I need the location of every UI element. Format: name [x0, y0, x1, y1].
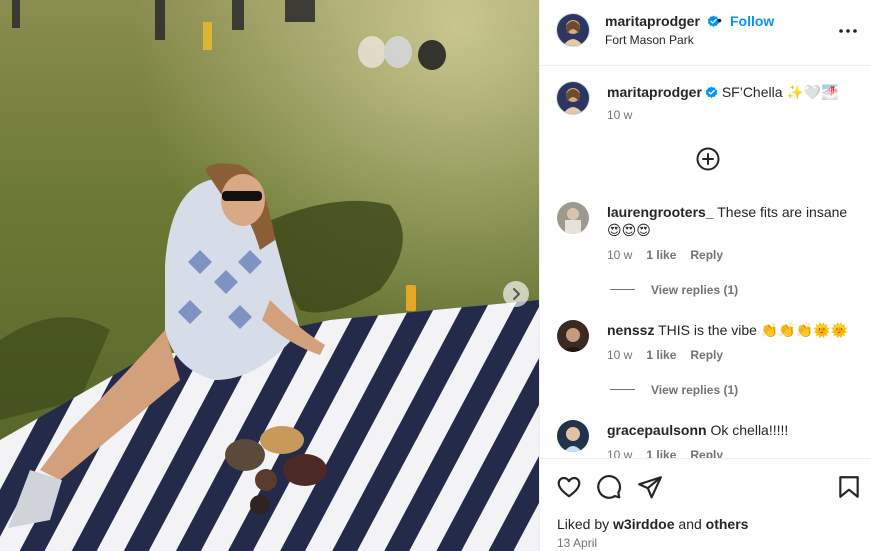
comment-username[interactable]: laurengrooters_ — [607, 204, 714, 220]
caption-time[interactable]: 10 w — [607, 108, 632, 122]
avatar-image — [557, 420, 589, 452]
comment-username[interactable]: nenssz — [607, 322, 654, 338]
comment-avatar[interactable] — [557, 202, 589, 234]
avatar-image — [557, 14, 589, 46]
verified-badge-icon — [705, 86, 718, 98]
heart-icon[interactable] — [556, 474, 582, 500]
post-header: maritaprodger • Follow Fort Mason Park — [540, 0, 871, 66]
picnic-photo-illustration — [0, 0, 539, 551]
post-side-panel: maritaprodger • Follow Fort Mason Park m… — [539, 0, 871, 551]
comment-text: THIS is the vibe 👏👏👏🌞🌞 — [658, 322, 848, 338]
next-photo-button[interactable] — [503, 281, 529, 307]
liked-prefix: Liked by — [557, 516, 614, 532]
caption-username[interactable]: maritaprodger — [607, 84, 702, 100]
more-options-icon[interactable] — [837, 22, 859, 40]
comment-bubble-icon[interactable] — [596, 474, 622, 500]
comment-text: Ok chella!!!!! — [710, 422, 789, 438]
comment-avatar[interactable] — [557, 320, 589, 352]
avatar-image — [557, 320, 589, 352]
caption: maritaprodger SF’Chella ✨🤍🌁 — [607, 83, 862, 101]
reply-button[interactable]: Reply — [690, 348, 723, 362]
liked-others-link[interactable]: others — [706, 516, 749, 532]
caption-avatar[interactable] — [557, 82, 589, 114]
comment-avatar[interactable] — [557, 420, 589, 452]
liked-and: and — [674, 516, 706, 532]
reply-button[interactable]: Reply — [690, 248, 723, 262]
avatar[interactable] — [557, 14, 589, 46]
post-date[interactable]: 13 April — [557, 536, 597, 550]
comment-time[interactable]: 10 w — [607, 248, 632, 262]
replies-divider — [610, 289, 635, 290]
action-bar: Liked by w3irddoe and others 13 April — [540, 458, 871, 551]
liked-user-link[interactable]: w3irddoe — [613, 516, 674, 532]
comment-likes[interactable]: 1 like — [646, 348, 676, 362]
comment-likes[interactable]: 1 like — [646, 248, 676, 262]
comment-meta: 10 w 1 like Reply — [607, 348, 723, 362]
comment: gracepaulsonn Ok chella!!!!! — [607, 421, 862, 439]
separator-dot: • — [717, 12, 722, 28]
post-location[interactable]: Fort Mason Park — [605, 33, 694, 47]
caption-text: SF’Chella ✨🤍🌁 — [721, 84, 839, 100]
view-replies-button[interactable]: View replies (1) — [651, 383, 738, 397]
bookmark-icon[interactable] — [836, 474, 862, 500]
add-circle-icon[interactable] — [696, 147, 720, 171]
comment-meta: 10 w 1 like Reply — [607, 248, 723, 262]
comment: nenssz THIS is the vibe 👏👏👏🌞🌞 — [607, 321, 862, 339]
replies-divider — [610, 389, 635, 390]
username[interactable]: maritaprodger — [605, 13, 700, 29]
liked-by-summary: Liked by w3irddoe and others — [557, 516, 748, 532]
follow-button[interactable]: Follow — [730, 13, 774, 29]
view-replies-button[interactable]: View replies (1) — [651, 283, 738, 297]
avatar-image — [557, 82, 589, 114]
comment-username[interactable]: gracepaulsonn — [607, 422, 707, 438]
comment-time[interactable]: 10 w — [607, 348, 632, 362]
paper-plane-icon[interactable] — [637, 474, 663, 500]
post-author[interactable]: maritaprodger — [605, 13, 720, 29]
post-photo[interactable] — [0, 0, 539, 551]
comment: laurengrooters_ These fits are insane 😍😍… — [607, 203, 862, 239]
chevron-right-icon — [513, 288, 520, 300]
avatar-image — [557, 202, 589, 234]
